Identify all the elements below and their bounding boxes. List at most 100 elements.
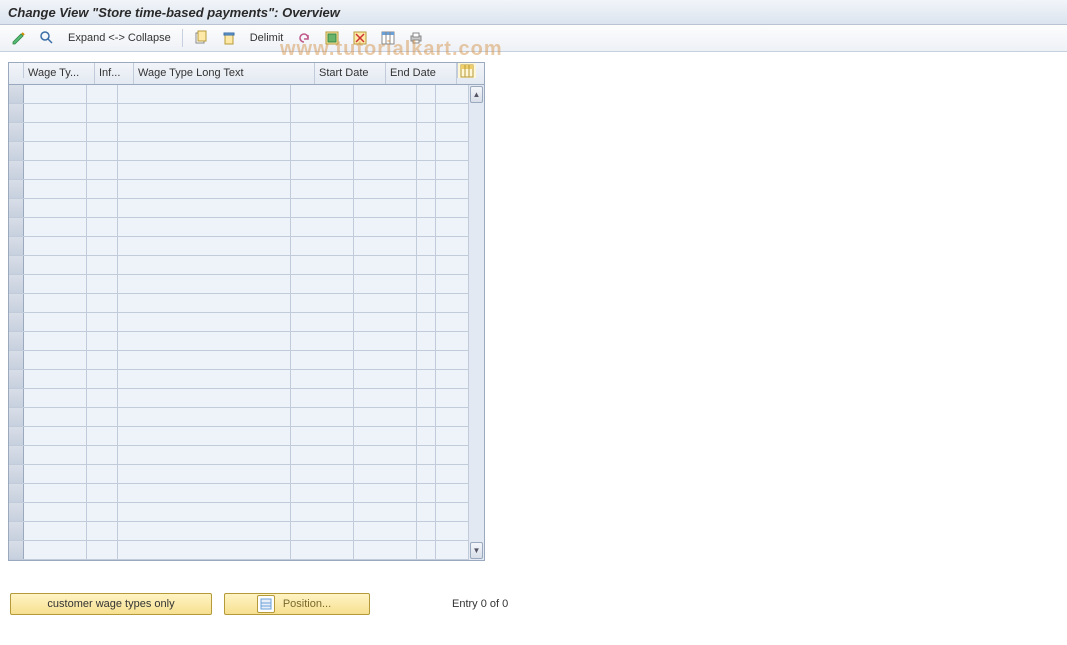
position-button[interactable]: Position... (224, 593, 370, 615)
row-selector[interactable] (9, 484, 24, 502)
cell-wage-type[interactable] (24, 427, 87, 445)
column-header-end-date[interactable]: End Date (386, 63, 457, 84)
cell-wage-type[interactable] (24, 370, 87, 388)
table-settings-button[interactable] (375, 27, 401, 49)
cell-infotype[interactable] (87, 370, 118, 388)
cell-infotype[interactable] (87, 199, 118, 217)
cell-wage-type[interactable] (24, 275, 87, 293)
cell-start-date[interactable] (291, 199, 354, 217)
cell-wage-long-text[interactable] (118, 503, 291, 521)
table-row[interactable] (9, 142, 468, 161)
row-selector[interactable] (9, 370, 24, 388)
cell-wage-type[interactable] (24, 104, 87, 122)
row-selector[interactable] (9, 351, 24, 369)
cell-infotype[interactable] (87, 142, 118, 160)
row-selector[interactable] (9, 503, 24, 521)
row-selector[interactable] (9, 294, 24, 312)
table-row[interactable] (9, 180, 468, 199)
cell-infotype[interactable] (87, 408, 118, 426)
row-selector[interactable] (9, 313, 24, 331)
cell-wage-type[interactable] (24, 351, 87, 369)
cell-end-date[interactable] (354, 427, 417, 445)
expand-collapse-button[interactable]: Expand <-> Collapse (62, 32, 177, 44)
cell-infotype[interactable] (87, 237, 118, 255)
cell-wage-type[interactable] (24, 218, 87, 236)
row-selector[interactable] (9, 465, 24, 483)
cell-wage-long-text[interactable] (118, 161, 291, 179)
cell-wage-long-text[interactable] (118, 332, 291, 350)
select-all-button[interactable] (319, 27, 345, 49)
cell-infotype[interactable] (87, 180, 118, 198)
row-selector[interactable] (9, 408, 24, 426)
cell-infotype[interactable] (87, 541, 118, 559)
cell-infotype[interactable] (87, 522, 118, 540)
column-header-wage-long-text[interactable]: Wage Type Long Text (134, 63, 315, 84)
cell-wage-type[interactable] (24, 199, 87, 217)
cell-start-date[interactable] (291, 294, 354, 312)
cell-start-date[interactable] (291, 275, 354, 293)
cell-end-date[interactable] (354, 313, 417, 331)
column-header-infotype[interactable]: Inf... (95, 63, 134, 84)
cell-wage-long-text[interactable] (118, 294, 291, 312)
cell-wage-long-text[interactable] (118, 541, 291, 559)
cell-wage-long-text[interactable] (118, 465, 291, 483)
customer-wage-types-button[interactable]: customer wage types only (10, 593, 212, 615)
cell-start-date[interactable] (291, 408, 354, 426)
delete-button[interactable] (216, 27, 242, 49)
table-row[interactable] (9, 389, 468, 408)
cell-infotype[interactable] (87, 313, 118, 331)
cell-end-date[interactable] (354, 484, 417, 502)
table-row[interactable] (9, 104, 468, 123)
table-row[interactable] (9, 294, 468, 313)
cell-wage-type[interactable] (24, 389, 87, 407)
table-configure-button[interactable] (457, 63, 476, 78)
cell-end-date[interactable] (354, 218, 417, 236)
cell-wage-long-text[interactable] (118, 313, 291, 331)
row-selector[interactable] (9, 446, 24, 464)
cell-wage-type[interactable] (24, 408, 87, 426)
undo-button[interactable] (291, 27, 317, 49)
toggle-display-change-button[interactable] (6, 27, 32, 49)
cell-start-date[interactable] (291, 237, 354, 255)
cell-start-date[interactable] (291, 161, 354, 179)
cell-start-date[interactable] (291, 484, 354, 502)
cell-wage-long-text[interactable] (118, 199, 291, 217)
table-header-selector[interactable] (9, 63, 24, 78)
cell-start-date[interactable] (291, 389, 354, 407)
cell-end-date[interactable] (354, 351, 417, 369)
table-row[interactable] (9, 313, 468, 332)
table-row[interactable] (9, 351, 468, 370)
delimit-button[interactable]: Delimit (244, 32, 290, 44)
row-selector[interactable] (9, 389, 24, 407)
cell-wage-long-text[interactable] (118, 351, 291, 369)
cell-infotype[interactable] (87, 465, 118, 483)
cell-end-date[interactable] (354, 180, 417, 198)
table-row[interactable] (9, 161, 468, 180)
cell-infotype[interactable] (87, 294, 118, 312)
table-row[interactable] (9, 408, 468, 427)
cell-end-date[interactable] (354, 408, 417, 426)
cell-end-date[interactable] (354, 294, 417, 312)
cell-start-date[interactable] (291, 427, 354, 445)
cell-wage-long-text[interactable] (118, 427, 291, 445)
table-row[interactable] (9, 522, 468, 541)
cell-wage-long-text[interactable] (118, 446, 291, 464)
column-header-start-date[interactable]: Start Date (315, 63, 386, 84)
cell-start-date[interactable] (291, 332, 354, 350)
cell-wage-long-text[interactable] (118, 256, 291, 274)
table-row[interactable] (9, 275, 468, 294)
table-row[interactable] (9, 503, 468, 522)
table-row[interactable] (9, 370, 468, 389)
scroll-up-button[interactable]: ▲ (470, 86, 483, 103)
cell-wage-long-text[interactable] (118, 275, 291, 293)
table-row[interactable] (9, 427, 468, 446)
cell-start-date[interactable] (291, 218, 354, 236)
cell-wage-type[interactable] (24, 522, 87, 540)
row-selector[interactable] (9, 142, 24, 160)
cell-infotype[interactable] (87, 256, 118, 274)
row-selector[interactable] (9, 123, 24, 141)
cell-wage-long-text[interactable] (118, 408, 291, 426)
cell-wage-long-text[interactable] (118, 180, 291, 198)
cell-infotype[interactable] (87, 218, 118, 236)
row-selector[interactable] (9, 256, 24, 274)
